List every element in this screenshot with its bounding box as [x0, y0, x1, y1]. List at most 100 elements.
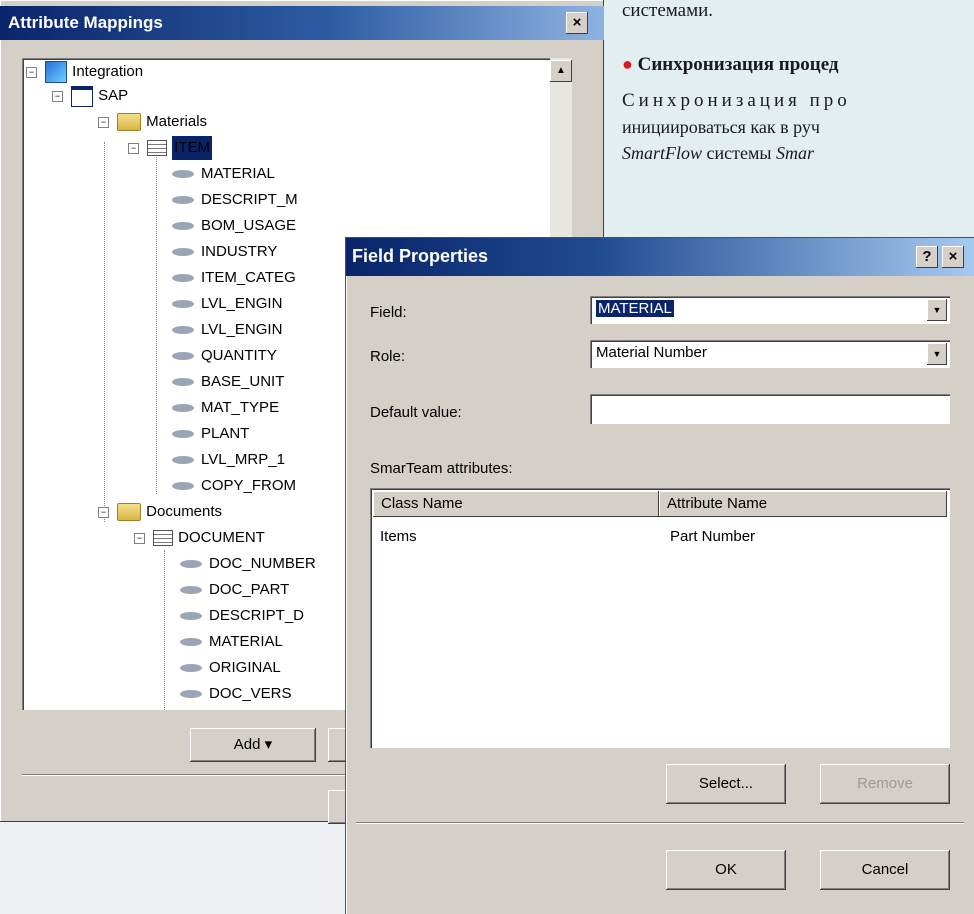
field-label: BOM_USAGE — [201, 217, 297, 234]
tree-node-field[interactable]: LVL_MRP_1 — [172, 448, 285, 472]
tree-node-label: Materials — [146, 113, 208, 130]
article-word: системы — [702, 143, 776, 163]
tree-node-item[interactable]: − ITEM — [128, 136, 213, 160]
smarteam-attributes-label: SmarTeam attributes: — [370, 460, 513, 477]
tree-node-documents[interactable]: − Documents — [98, 500, 222, 524]
tree-node-field[interactable]: MAT_TYPE — [172, 396, 279, 420]
tree-node-field[interactable]: MATERIAL — [172, 162, 275, 186]
field-icon — [172, 248, 194, 257]
tree-node-field[interactable]: MATERIAL — [180, 630, 283, 654]
tree-node-label-selected: ITEM — [172, 136, 213, 160]
attributes-list[interactable]: Class Name Attribute Name Items Part Num… — [370, 488, 950, 748]
tree-node-field[interactable]: DESCRIPT_D — [180, 604, 304, 628]
default-value-label: Default value: — [370, 404, 462, 421]
field-label: QUANTITY — [201, 347, 277, 364]
tree-node-field[interactable]: ITEM_CATEG — [172, 266, 296, 290]
cell-class-name[interactable]: Items — [380, 528, 417, 545]
collapse-icon[interactable]: − — [134, 532, 145, 544]
collapse-icon[interactable]: − — [98, 506, 109, 518]
tree-node-label: SAP — [98, 87, 129, 104]
tree-node-sap[interactable]: − SAP — [52, 84, 128, 108]
attribute-mappings-titlebar[interactable]: Attribute Mappings — [0, 6, 604, 40]
close-button[interactable]: × — [942, 246, 964, 268]
article-term: SmartFlow — [622, 143, 703, 163]
tree-node-label: Documents — [146, 503, 223, 520]
field-icon — [172, 404, 194, 413]
bullet-heading-text: Синхронизация процед — [637, 54, 839, 75]
help-button[interactable]: ? — [916, 246, 938, 268]
tree-node-field[interactable]: DESCRIPT_M — [172, 188, 298, 212]
field-label: DESCRIPT_M — [201, 191, 298, 208]
tree-node-field[interactable]: LVL_ENGIN — [172, 292, 282, 316]
field-combo[interactable]: MATERIAL ▼ — [590, 296, 950, 324]
cell-attribute-name[interactable]: Part Number — [670, 528, 755, 545]
integration-icon — [45, 61, 68, 84]
field-label: BASE_UNIT — [201, 373, 285, 390]
field-icon — [172, 274, 194, 283]
article-line: SmartFlow системы Smar — [622, 143, 814, 164]
tree-node-field[interactable]: BOM_USAGE — [172, 214, 296, 238]
field-label: COPY_FROM — [201, 477, 297, 494]
tree-node-field[interactable]: ORIGINAL — [180, 656, 281, 680]
field-label: LVL_ENGIN — [201, 295, 283, 312]
tree-line — [156, 154, 157, 494]
field-icon — [180, 586, 202, 595]
chevron-down-icon[interactable]: ▼ — [927, 343, 947, 365]
tree-node-field[interactable]: DOC_NUMBER — [180, 552, 316, 576]
default-value-input[interactable] — [590, 394, 950, 424]
scroll-up-icon[interactable]: ▲ — [550, 60, 572, 82]
article-line: Синхронизация про — [622, 90, 851, 111]
chevron-down-icon[interactable]: ▼ — [927, 299, 947, 321]
tree-node-field[interactable]: QUANTITY — [172, 344, 277, 368]
tree-node-field[interactable]: INDUSTRY — [172, 240, 277, 264]
add-button[interactable]: Add ▾ — [190, 728, 316, 762]
field-label: INDUSTRY — [201, 243, 278, 260]
tree-node-document[interactable]: − DOCUMENT — [134, 526, 265, 550]
collapse-icon[interactable]: − — [26, 66, 37, 78]
column-header-class-name[interactable]: Class Name — [373, 491, 659, 517]
field-icon — [172, 430, 194, 439]
article-bullet-heading: ● Синхронизация процед — [622, 54, 839, 76]
tree-node-field[interactable]: DOC_VERS — [180, 682, 292, 706]
field-icon — [180, 690, 202, 699]
role-combo[interactable]: Material Number ▼ — [590, 340, 950, 368]
collapse-icon[interactable]: − — [128, 142, 139, 154]
field-icon — [172, 482, 194, 491]
table-icon — [153, 530, 174, 547]
article-term: Smar — [775, 143, 814, 163]
field-icon — [180, 560, 202, 569]
tree-line — [164, 550, 165, 710]
tree-node-field[interactable]: COPY_FROM — [172, 474, 296, 498]
close-button[interactable]: × — [566, 12, 588, 34]
field-label: MATERIAL — [209, 633, 283, 650]
remove-button[interactable]: Remove — [820, 764, 950, 804]
separator — [22, 774, 362, 776]
field-icon — [180, 638, 202, 647]
role-label: Role: — [370, 348, 406, 365]
field-label: ITEM_CATEG — [201, 269, 296, 286]
role-value: Material Number — [596, 344, 707, 361]
collapse-icon[interactable]: − — [98, 116, 109, 128]
field-label: PLANT — [201, 425, 250, 442]
folder-icon — [117, 113, 142, 132]
field-icon — [172, 378, 194, 387]
field-label: LVL_MRP_1 — [201, 451, 285, 468]
tree-node-field[interactable]: DOC_PART — [180, 578, 289, 602]
tree-node-materials[interactable]: − Materials — [98, 110, 207, 134]
tree-node-field[interactable]: PLANT — [172, 422, 249, 446]
field-properties-titlebar[interactable]: Field Properties — [346, 238, 974, 276]
tree-node-field[interactable]: BASE_UNIT — [172, 370, 284, 394]
column-header-attribute-name[interactable]: Attribute Name — [659, 491, 947, 517]
ok-button[interactable]: OK — [666, 850, 786, 890]
close-icon: × — [948, 248, 958, 265]
field-label: LVL_ENGIN — [201, 321, 283, 338]
tree-node-field[interactable]: LVL_ENGIN — [172, 318, 282, 342]
tree-node-integration[interactable]: − Integration — [26, 60, 143, 84]
tree-node-label: Integration — [72, 63, 144, 80]
select-button[interactable]: Select... — [666, 764, 786, 804]
field-icon — [172, 456, 194, 465]
bullet-icon: ● — [622, 54, 633, 74]
cancel-button[interactable]: Cancel — [820, 850, 950, 890]
collapse-icon[interactable]: − — [52, 90, 63, 102]
window-icon — [71, 85, 94, 107]
